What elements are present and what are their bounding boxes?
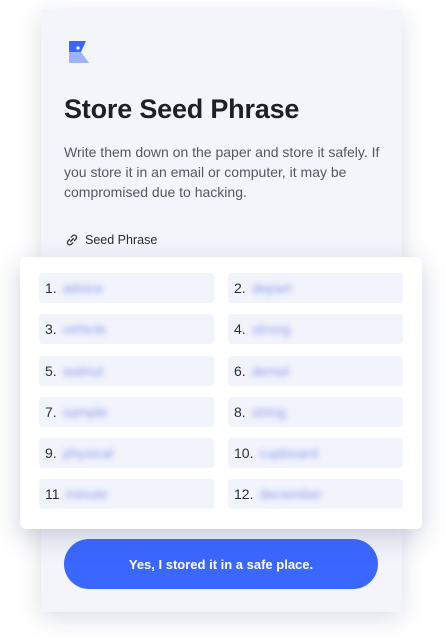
page-description: Write them down on the paper and store i… xyxy=(64,144,380,200)
page-title: Store Seed Phrase xyxy=(64,94,300,124)
seed-word-text: advice xyxy=(62,280,104,296)
seed-word-number: 5. xyxy=(45,363,57,379)
seed-word-text: walnut xyxy=(62,363,104,379)
seed-word-text: depart xyxy=(251,280,292,296)
seed-word-4: 4. strong xyxy=(228,314,403,344)
seed-word-7: 7. sample xyxy=(39,397,214,427)
seed-word-text: denial xyxy=(251,363,290,379)
seed-word-number: 9. xyxy=(45,445,57,461)
seed-word-text: cupboard xyxy=(259,445,318,461)
seed-word-number: 7. xyxy=(45,404,57,420)
seed-word-11: 11 minute xyxy=(39,479,214,509)
screen: Store Seed Phrase Write them down on the… xyxy=(0,0,445,643)
seed-word-text: strong xyxy=(251,321,291,337)
seed-phrase-section-label: Seed Phrase xyxy=(65,233,157,247)
seed-word-number: 8. xyxy=(234,404,246,420)
seed-phrase-grid: 1. advice 2. depart 3. vehicle 4. strong… xyxy=(20,257,422,529)
seed-word-10: 10. cupboard xyxy=(228,438,403,468)
confirm-stored-button[interactable]: Yes, I stored it in a safe place. xyxy=(64,539,378,589)
seed-word-text: vehicle xyxy=(62,321,107,337)
seed-word-3: 3. vehicle xyxy=(39,314,214,344)
seed-word-number: 12. xyxy=(234,486,254,502)
seed-word-number: 10. xyxy=(234,445,254,461)
seed-word-8: 8. string xyxy=(228,397,403,427)
seed-word-text: physical xyxy=(62,445,114,461)
seed-word-12: 12. december xyxy=(228,479,403,509)
seed-word-text: december xyxy=(259,486,322,502)
section-label-text: Seed Phrase xyxy=(85,233,158,247)
seed-word-9: 9. physical xyxy=(39,438,214,468)
seed-word-1: 1. advice xyxy=(39,273,214,303)
app-logo-icon xyxy=(69,41,89,63)
link-icon xyxy=(66,234,78,246)
seed-word-text: string xyxy=(251,404,286,420)
seed-word-number: 11 xyxy=(45,486,60,502)
seed-word-number: 1. xyxy=(45,280,57,296)
seed-word-text: sample xyxy=(62,404,108,420)
seed-word-text: minute xyxy=(65,486,108,502)
seed-word-2: 2. depart xyxy=(228,273,403,303)
seed-word-number: 4. xyxy=(234,321,246,337)
seed-word-5: 5. walnut xyxy=(39,356,214,386)
seed-word-number: 2. xyxy=(234,280,246,296)
seed-word-number: 3. xyxy=(45,321,57,337)
seed-word-number: 6. xyxy=(234,363,246,379)
seed-word-6: 6. denial xyxy=(228,356,403,386)
